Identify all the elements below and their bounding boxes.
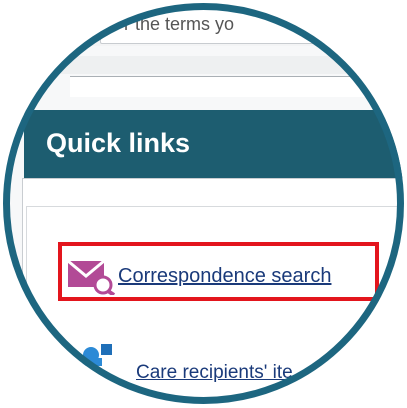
secondary-field bbox=[70, 76, 404, 97]
highlight-box bbox=[58, 242, 379, 301]
people-icon bbox=[82, 344, 114, 366]
care-recipients-link[interactable]: Care recipients' ite bbox=[136, 362, 293, 384]
divider bbox=[3, 56, 404, 74]
page-area: r the terms yo Quick links Correspondenc… bbox=[3, 3, 404, 404]
quick-links-header: Quick links bbox=[24, 110, 404, 178]
zoom-lens: r the terms yo Quick links Correspondenc… bbox=[3, 3, 404, 404]
quick-links-title: Quick links bbox=[46, 128, 191, 158]
search-input-text: r the terms yo bbox=[124, 14, 235, 34]
